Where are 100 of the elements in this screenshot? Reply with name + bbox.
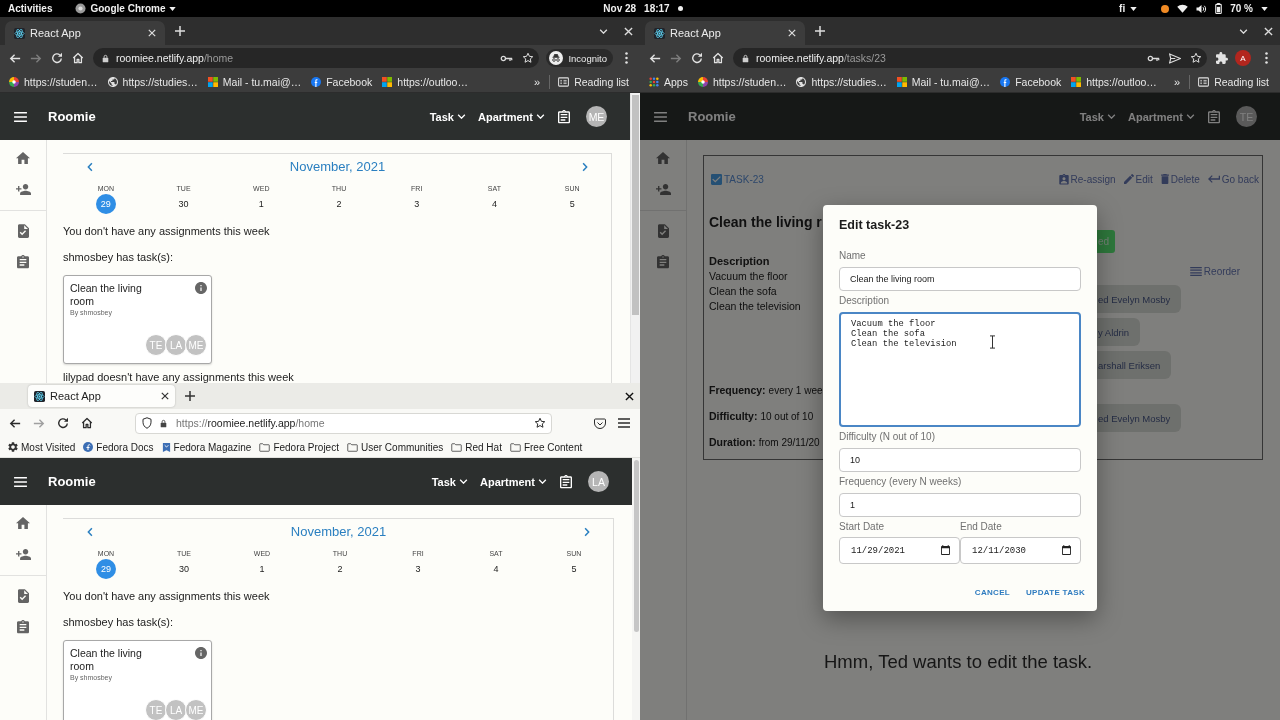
- document-check-icon[interactable]: [17, 589, 29, 603]
- day-number[interactable]: 5: [562, 194, 583, 214]
- bookmark[interactable]: https://studies…: [102, 75, 203, 88]
- description-field[interactable]: Vacuum the floor Clean the sofa Clean the television: [839, 312, 1081, 427]
- more-bookmarks-button[interactable]: »: [1168, 75, 1187, 88]
- day-number[interactable]: 2: [330, 559, 350, 579]
- dialog-button[interactable]: CANCEL: [970, 586, 1014, 600]
- nav-menu-button[interactable]: Task: [429, 110, 466, 123]
- info-icon[interactable]: [195, 282, 207, 294]
- person-add-icon[interactable]: [15, 183, 31, 195]
- bookmark[interactable]: Apps: [644, 75, 693, 88]
- browser-tab[interactable]: React App: [5, 21, 165, 45]
- home-icon[interactable]: [16, 152, 30, 164]
- puzzle-icon[interactable]: [1216, 52, 1228, 64]
- clipboard-icon[interactable]: [657, 255, 669, 269]
- clipboard-icon[interactable]: [558, 109, 570, 124]
- forward-icon[interactable]: [29, 52, 42, 64]
- home-icon[interactable]: [81, 417, 93, 429]
- day-number[interactable]: 1: [252, 559, 272, 579]
- chevron-left-icon[interactable]: [87, 526, 93, 537]
- nav-menu-button[interactable]: Task: [431, 475, 468, 488]
- key-icon[interactable]: [1147, 54, 1160, 62]
- chevron-left-icon[interactable]: [87, 161, 93, 172]
- app-menu[interactable]: Google Chrome: [75, 3, 177, 14]
- bookmark[interactable]: https://studen…: [692, 75, 792, 88]
- day-number[interactable]: 3: [408, 559, 428, 579]
- browser-tab[interactable]: React App: [28, 385, 175, 407]
- text-field[interactable]: Clean the living room: [839, 267, 1081, 291]
- system-menu-button[interactable]: 70 %: [1161, 3, 1268, 14]
- plus-icon[interactable]: [185, 391, 195, 401]
- address-bar[interactable]: https://roomiee.netlify.app/home: [135, 412, 552, 434]
- text-field[interactable]: 1: [839, 493, 1081, 517]
- bookmark[interactable]: Mail - tu.mai@…: [202, 75, 307, 88]
- nav-menu-button[interactable]: Apartment: [480, 475, 547, 488]
- nav-menu-button[interactable]: Task: [1079, 110, 1116, 123]
- reading-list-button[interactable]: Reading list: [553, 75, 634, 88]
- activities-button[interactable]: Activities: [8, 3, 53, 14]
- bookmark[interactable]: Red Hat: [447, 441, 506, 453]
- day-number[interactable]: 1: [251, 194, 272, 214]
- day-number[interactable]: 2: [329, 194, 349, 214]
- menu-icon[interactable]: [618, 418, 630, 428]
- close-icon[interactable]: [161, 392, 169, 400]
- reload-icon[interactable]: [57, 417, 69, 429]
- browser-tab[interactable]: React App: [645, 21, 805, 45]
- bookmark[interactable]: Facebook: [995, 75, 1067, 88]
- chevron-right-icon[interactable]: [584, 526, 590, 537]
- day-number[interactable]: 5: [564, 559, 584, 579]
- nav-menu-button[interactable]: Apartment: [478, 110, 545, 123]
- clipboard-icon[interactable]: [17, 620, 29, 634]
- text-field[interactable]: 10: [839, 448, 1081, 472]
- bookmark[interactable]: Free Content: [505, 441, 587, 453]
- bookmark[interactable]: https://outloo…: [1066, 75, 1162, 88]
- clock-button[interactable]: Nov 28 18:17: [603, 3, 683, 14]
- pouch-icon[interactable]: [594, 417, 606, 429]
- forward-icon[interactable]: [669, 52, 682, 64]
- nav-menu-button[interactable]: Apartment: [1128, 110, 1195, 123]
- address-bar[interactable]: roomiee.netlify.app/tasks/23: [733, 48, 1207, 68]
- chevron-down-icon[interactable]: [599, 28, 608, 34]
- bookmark[interactable]: Fedora Project: [255, 441, 343, 453]
- day-number[interactable]: 30: [173, 194, 194, 214]
- day-number[interactable]: 3: [406, 194, 427, 214]
- bookmark[interactable]: Facebook: [306, 75, 378, 88]
- calendar-icon[interactable]: [1062, 545, 1071, 555]
- day-number[interactable]: 30: [174, 559, 194, 579]
- document-check-icon[interactable]: [17, 224, 29, 238]
- bookmark[interactable]: https://studen…: [4, 75, 103, 88]
- info-icon[interactable]: [195, 647, 207, 659]
- chevron-down-icon[interactable]: [1239, 28, 1248, 34]
- more-icon[interactable]: [1265, 52, 1268, 64]
- more-icon[interactable]: [625, 52, 628, 64]
- date-field[interactable]: 11/29/2021: [839, 537, 960, 564]
- clipboard-icon[interactable]: [17, 255, 29, 269]
- date-field[interactable]: 12/11/2030: [960, 537, 1081, 564]
- bookmark[interactable]: https://outloo…: [377, 75, 473, 88]
- bookmark[interactable]: Mail - tu.mai@…: [891, 75, 996, 88]
- address-bar[interactable]: roomiee.netlify.app/home: [93, 48, 540, 68]
- person-add-icon[interactable]: [655, 183, 671, 195]
- bookmark[interactable]: Most Visited: [4, 441, 80, 453]
- bookmark[interactable]: User Communities: [342, 441, 448, 453]
- account-avatar[interactable]: A: [1235, 50, 1251, 66]
- bookmark[interactable]: Fedora Magazine: [157, 441, 256, 453]
- dialog-button[interactable]: UPDATE TASK: [1022, 586, 1089, 600]
- bookmark[interactable]: Fedora Docs: [79, 441, 158, 453]
- bookmark[interactable]: https://studies…: [791, 75, 892, 88]
- day-number[interactable]: 4: [484, 194, 505, 214]
- send-icon[interactable]: [1169, 52, 1181, 64]
- scrollbar-thumb[interactable]: [632, 95, 639, 315]
- person-add-icon[interactable]: [15, 548, 31, 560]
- clipboard-icon[interactable]: [1208, 109, 1220, 124]
- key-icon[interactable]: [500, 54, 514, 62]
- star-icon[interactable]: [534, 417, 546, 429]
- chevron-right-icon[interactable]: [582, 161, 588, 172]
- back-icon[interactable]: [9, 417, 21, 429]
- more-bookmarks-button[interactable]: »: [528, 75, 547, 88]
- calendar-icon[interactable]: [941, 545, 950, 555]
- document-check-icon[interactable]: [657, 224, 669, 238]
- clipboard-icon[interactable]: [560, 474, 572, 489]
- home-icon[interactable]: [16, 517, 30, 529]
- reading-list-button[interactable]: Reading list: [1193, 75, 1274, 88]
- incognito-button[interactable]: Incognito: [546, 49, 613, 67]
